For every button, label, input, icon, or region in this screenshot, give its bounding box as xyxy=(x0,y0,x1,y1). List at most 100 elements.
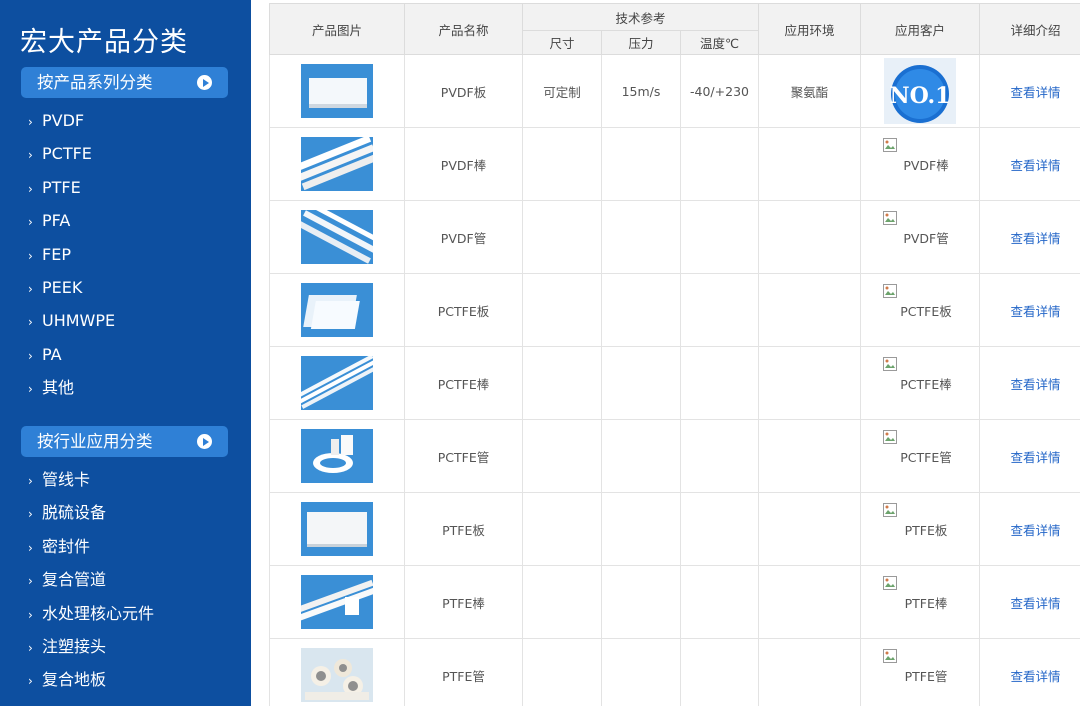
chevron-right-icon: › xyxy=(28,382,33,397)
industry-category-header[interactable]: 按行业应用分类 xyxy=(21,426,228,457)
cell-pressure xyxy=(601,638,681,706)
industry-nav-list: › 管线卡 › 脱硫设备 › 密封件 › 复合管道 › 水处理核心元件 › 注塑接头 › 复合地板 xyxy=(28,463,154,697)
cell-pressure xyxy=(601,346,681,420)
product-image-cell xyxy=(269,200,405,274)
broken-image-icon xyxy=(883,284,898,298)
customer-alt-text: PCTFE棒 xyxy=(900,376,952,392)
broken-image-icon xyxy=(883,138,898,152)
industry-item[interactable]: › 密封件 xyxy=(28,530,154,563)
header-tech: 技术参考 xyxy=(521,3,760,31)
table-row: PTFE板 PTFE板 查看详情 xyxy=(269,492,1080,566)
cell-environment xyxy=(758,200,862,274)
series-item-label: UHMWPE xyxy=(42,311,116,331)
series-item-label: PFA xyxy=(42,211,71,231)
industry-item-label: 水处理核心元件 xyxy=(42,603,155,623)
chevron-right-icon: › xyxy=(28,281,33,296)
series-item-label: PEEK xyxy=(42,277,83,297)
view-details-link[interactable]: 查看详情 xyxy=(1011,231,1061,246)
view-details-link[interactable]: 查看详情 xyxy=(1011,158,1061,173)
cell-temperature: -40/+230 xyxy=(679,54,760,128)
product-image[interactable] xyxy=(301,648,373,702)
series-item-label: PCTFE xyxy=(42,144,92,164)
customer-alt-text: PVDF棒 xyxy=(903,157,949,173)
series-item[interactable]: › FEP xyxy=(28,238,115,271)
series-category-label: 按产品系列分类 xyxy=(37,73,153,92)
industry-item[interactable]: › 复合地板 xyxy=(28,663,154,696)
view-details-link[interactable]: 查看详情 xyxy=(1011,523,1061,538)
series-item-label: FEP xyxy=(42,244,71,264)
industry-item[interactable]: › 水处理核心元件 xyxy=(28,597,154,630)
industry-item[interactable]: › 注塑接头 xyxy=(28,630,154,663)
cell-detail: 查看详情 xyxy=(979,273,1080,347)
sidebar-title: 宏大产品分类 xyxy=(20,27,188,58)
series-item[interactable]: › PFA xyxy=(28,204,115,237)
cell-size xyxy=(522,346,602,420)
cell-pressure xyxy=(601,127,681,201)
cell-detail: 查看详情 xyxy=(979,346,1080,420)
cell-pressure xyxy=(601,565,681,639)
series-item[interactable]: › 其他 xyxy=(28,371,115,404)
cell-pressure xyxy=(601,200,681,274)
no1-badge-icon: NO.1 xyxy=(884,58,957,124)
industry-item[interactable]: › 脱硫设备 xyxy=(28,496,154,529)
cell-customer: PCTFE棒 xyxy=(860,346,981,420)
chevron-right-icon: › xyxy=(28,181,33,196)
header-size: 尺寸 xyxy=(522,30,602,55)
cell-detail: 查看详情 xyxy=(979,638,1080,706)
chevron-right-icon: › xyxy=(28,607,33,622)
play-circle-icon xyxy=(197,434,212,449)
cell-name: PTFE棒 xyxy=(404,565,523,639)
series-item[interactable]: › PA xyxy=(28,338,115,371)
cell-pressure: 15m/s xyxy=(601,54,681,128)
product-image[interactable] xyxy=(301,137,373,191)
product-image-cell xyxy=(269,127,405,201)
view-details-link[interactable]: 查看详情 xyxy=(1011,596,1061,611)
view-details-link[interactable]: 查看详情 xyxy=(1011,377,1061,392)
industry-item[interactable]: › 复合管道 xyxy=(28,563,154,596)
cell-customer: PTFE管 xyxy=(860,638,981,706)
view-details-link[interactable]: 查看详情 xyxy=(1011,304,1061,319)
product-image[interactable] xyxy=(301,502,373,556)
product-image[interactable] xyxy=(301,575,373,629)
table-row: PTFE棒 PTFE棒 查看详情 xyxy=(269,565,1080,639)
series-category-header[interactable]: 按产品系列分类 xyxy=(21,67,228,98)
cell-size xyxy=(522,419,602,493)
cell-size xyxy=(522,492,602,566)
series-item[interactable]: › PTFE xyxy=(28,171,115,204)
series-item-label: PTFE xyxy=(42,177,81,197)
view-details-link[interactable]: 查看详情 xyxy=(1011,85,1061,100)
cell-size: 可定制 xyxy=(522,54,602,128)
product-table: 产品图片 产品名称 技术参考 应用环境 应用客户 详细介绍 尺寸 压力 温度℃ … xyxy=(269,3,1080,706)
cell-name: PCTFE板 xyxy=(404,273,523,347)
cell-pressure xyxy=(601,419,681,493)
table-row: PCTFE管 PCTFE管 查看详情 xyxy=(269,419,1080,493)
product-image-cell xyxy=(269,54,405,128)
series-item-label: 其他 xyxy=(42,378,75,398)
series-item[interactable]: › PCTFE xyxy=(28,137,115,170)
series-item[interactable]: › UHMWPE xyxy=(28,304,115,337)
industry-item[interactable]: › 管线卡 xyxy=(28,463,154,496)
series-item[interactable]: › PVDF xyxy=(28,104,115,137)
cell-name: PCTFE棒 xyxy=(404,346,523,420)
product-image[interactable] xyxy=(301,283,373,337)
product-image[interactable] xyxy=(301,356,373,410)
cell-environment xyxy=(758,492,862,566)
view-details-link[interactable]: 查看详情 xyxy=(1011,669,1061,684)
chevron-right-icon: › xyxy=(28,540,33,555)
product-image[interactable] xyxy=(301,429,373,483)
customer-alt-text: PCTFE板 xyxy=(900,303,952,319)
cell-size xyxy=(522,127,602,201)
product-image[interactable] xyxy=(301,64,373,118)
view-details-link[interactable]: 查看详情 xyxy=(1011,450,1061,465)
cell-detail: 查看详情 xyxy=(979,419,1080,493)
chevron-right-icon: › xyxy=(28,640,33,655)
cell-size xyxy=(522,638,602,706)
series-item[interactable]: › PEEK xyxy=(28,271,115,304)
industry-item-label: 注塑接头 xyxy=(42,636,107,656)
product-image[interactable] xyxy=(301,210,373,264)
cell-detail: 查看详情 xyxy=(979,565,1080,639)
industry-item-label: 脱硫设备 xyxy=(42,503,107,523)
chevron-right-icon: › xyxy=(28,148,33,163)
cell-environment xyxy=(758,127,862,201)
chevron-right-icon: › xyxy=(28,674,33,689)
